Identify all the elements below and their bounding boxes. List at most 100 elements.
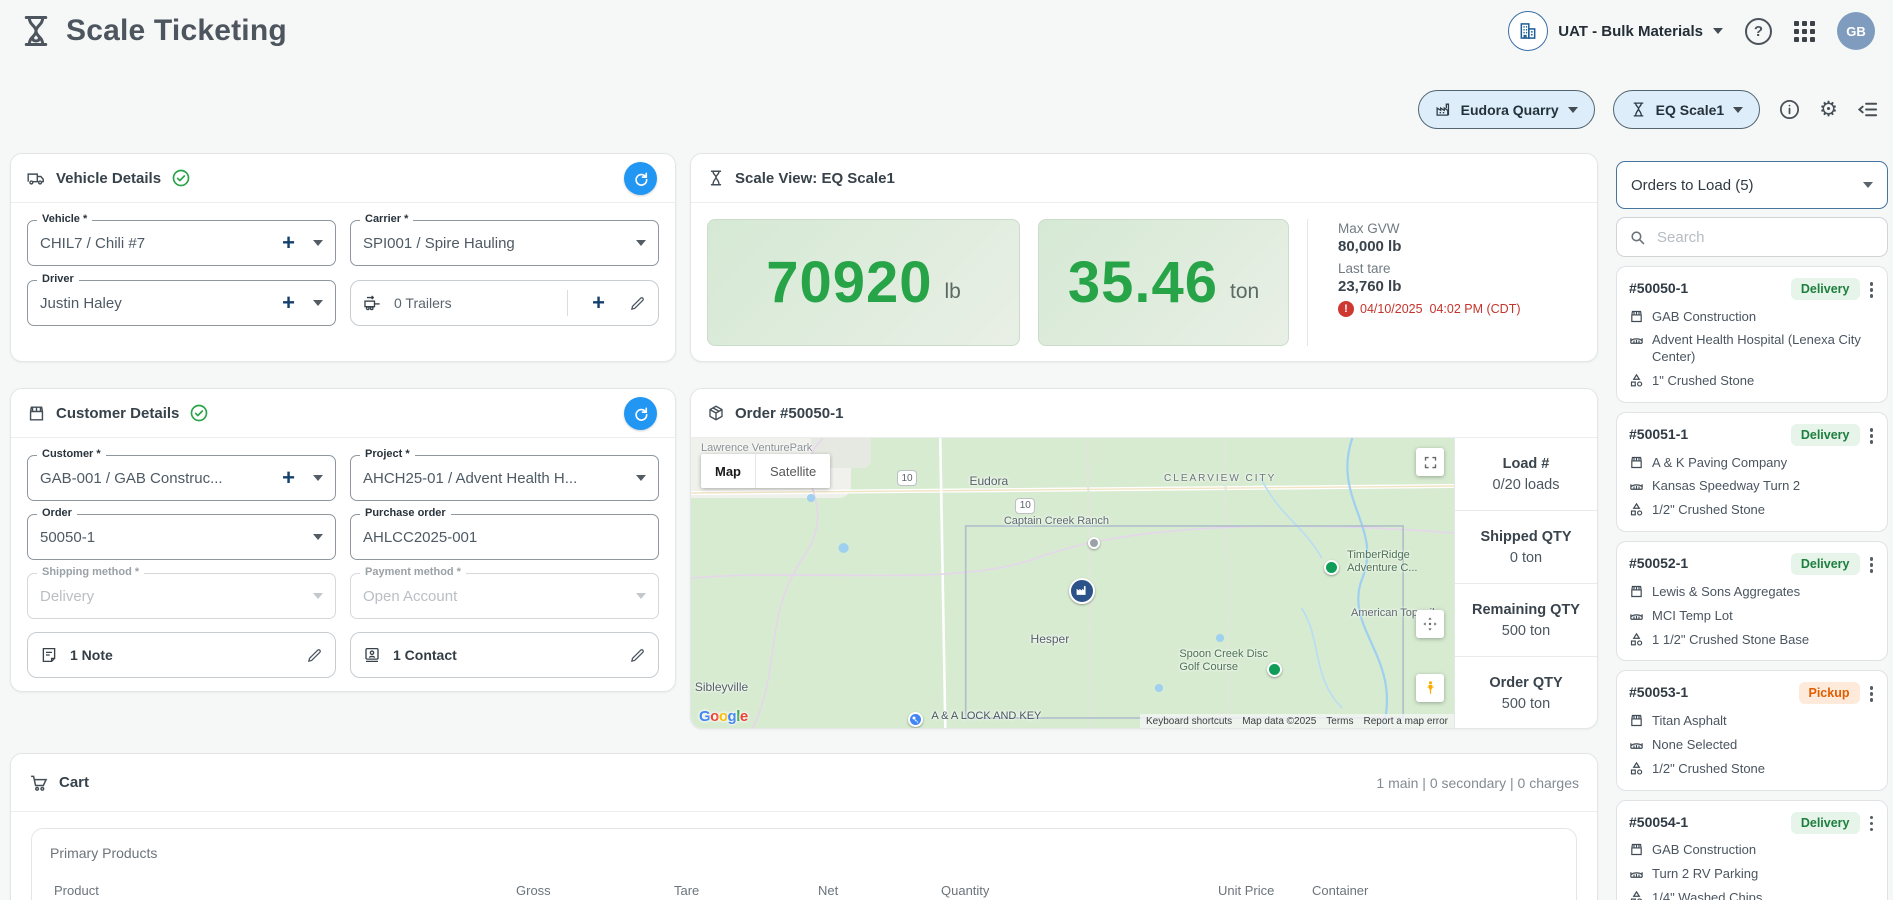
contacts-box[interactable]: 1 Contact	[350, 632, 659, 678]
bridge-icon	[1629, 866, 1644, 881]
map-label-timberridge: TimberRidge Adventure C...	[1347, 549, 1433, 577]
orders-search[interactable]	[1616, 217, 1888, 257]
order-field[interactable]: Order 50050-1	[27, 514, 336, 560]
project-field[interactable]: Project * AHCH25-01 / Advent Health H...	[350, 455, 659, 501]
material-category-icon	[1629, 761, 1644, 776]
kebab-menu-icon[interactable]	[1868, 812, 1876, 836]
site-name: Eudora Quarry	[1461, 102, 1559, 118]
order-customer: Titan Asphalt	[1652, 713, 1875, 730]
user-avatar[interactable]: GB	[1837, 12, 1875, 50]
kebab-menu-icon[interactable]	[1868, 278, 1876, 302]
kebab-menu-icon[interactable]	[1868, 424, 1876, 448]
edit-contacts-icon[interactable]	[629, 647, 646, 664]
orders-filter-select[interactable]: Orders to Load (5)	[1616, 161, 1888, 209]
col-container: Container	[1312, 883, 1558, 898]
factory-icon	[1075, 584, 1088, 597]
factory-icon	[1435, 101, 1452, 118]
pan-control-icon[interactable]	[1416, 610, 1444, 638]
route-shield: 10	[1015, 498, 1035, 514]
col-tare: Tare	[674, 883, 818, 898]
driver-field[interactable]: Driver Justin Haley +	[27, 280, 336, 326]
field-label: Carrier *	[360, 213, 413, 225]
search-input[interactable]	[1655, 228, 1875, 247]
field-label: Customer *	[37, 448, 106, 460]
scale-ticketing-logo-icon	[18, 13, 54, 49]
chevron-down-icon	[313, 593, 323, 599]
refresh-vehicle-button[interactable]	[624, 162, 657, 195]
add-customer-button[interactable]: +	[270, 467, 307, 489]
chevron-down-icon	[636, 593, 646, 599]
col-gross: Gross	[516, 883, 674, 898]
order-list-item[interactable]: #50050-1 Delivery GAB Construction Adven…	[1616, 266, 1888, 403]
note-icon	[40, 646, 58, 664]
field-value: Delivery	[40, 588, 307, 605]
order-list-item[interactable]: #50054-1 Delivery GAB Construction Turn …	[1616, 800, 1888, 900]
expand-panel-icon[interactable]	[1856, 98, 1879, 121]
order-project: Advent Health Hospital (Lenexa City Cent…	[1652, 332, 1875, 366]
poi-marker[interactable]	[1088, 537, 1100, 549]
material-category-icon	[1629, 502, 1644, 517]
edit-notes-icon[interactable]	[306, 647, 323, 664]
add-driver-button[interactable]: +	[270, 292, 307, 314]
tenant-switcher[interactable]: UAT - Bulk Materials	[1508, 11, 1723, 51]
add-trailer-button[interactable]: +	[580, 292, 617, 314]
keyboard-shortcuts-link[interactable]: Keyboard shortcuts	[1146, 716, 1232, 727]
chevron-down-icon	[313, 300, 323, 306]
order-list-item[interactable]: #50053-1 Pickup Titan Asphalt None Selec…	[1616, 670, 1888, 790]
orders-sidebar: Orders to Load (5) #50050-1 Delivery GAB…	[1616, 161, 1888, 900]
info-icon[interactable]	[1778, 98, 1801, 121]
report-map-error-link[interactable]: Report a map error	[1364, 716, 1448, 727]
tenant-name: UAT - Bulk Materials	[1558, 23, 1703, 40]
order-map[interactable]: Lawrence VenturePark Map Satellite 10 10…	[691, 438, 1454, 729]
kebab-menu-icon[interactable]	[1868, 553, 1876, 577]
order-id: #50052-1	[1629, 553, 1783, 571]
payment-method-field: Payment method * Open Account	[350, 573, 659, 619]
app-launcher-icon[interactable]	[1794, 21, 1815, 42]
add-vehicle-button[interactable]: +	[270, 232, 307, 254]
notes-box[interactable]: 1 Note	[27, 632, 336, 678]
satellite-button[interactable]: Satellite	[755, 454, 830, 488]
order-stats-panel: Load # 0/20 loads Shipped QTY 0 ton Rema…	[1454, 438, 1597, 729]
vehicle-field[interactable]: Vehicle * CHIL7 / Chili #7 +	[27, 220, 336, 266]
order-list-item[interactable]: #50052-1 Delivery Lewis & Sons Aggregate…	[1616, 541, 1888, 661]
weight-lb-unit: lb	[945, 280, 961, 304]
material-category-icon	[1629, 373, 1644, 388]
carrier-field[interactable]: Carrier * SPI001 / Spire Hauling	[350, 220, 659, 266]
orders-filter-value: Orders to Load (5)	[1631, 177, 1863, 194]
pegman-icon[interactable]	[1416, 674, 1444, 702]
map-type-toggle: Map Satellite	[701, 454, 830, 488]
lock-key-marker[interactable]	[908, 712, 923, 727]
col-unit-price: Unit Price	[1218, 883, 1312, 898]
edit-trailers-icon[interactable]	[629, 295, 646, 312]
site-selector[interactable]: Eudora Quarry	[1418, 90, 1595, 129]
help-icon[interactable]: ?	[1745, 18, 1772, 45]
fullscreen-icon[interactable]	[1416, 448, 1444, 476]
scale-selector[interactable]: EQ Scale1	[1613, 90, 1761, 129]
customer-field[interactable]: Customer * GAB-001 / GAB Construc... +	[27, 455, 336, 501]
terms-link[interactable]: Terms	[1326, 716, 1353, 727]
chevron-down-icon	[636, 475, 646, 481]
remaining-qty-stat: Remaining QTY 500 ton	[1455, 584, 1597, 657]
scale-ticketing-app: Scale Ticketing UAT - Bulk Materials ? G…	[0, 0, 1893, 900]
truck-icon	[27, 169, 46, 188]
map-label-sibleyville: Sibleyville	[695, 680, 748, 694]
trailers-box[interactable]: 0 Trailers +	[350, 280, 659, 326]
storefront-icon	[1629, 713, 1644, 728]
weight-display-lb: 70920 lb	[707, 219, 1020, 346]
bridge-icon	[1629, 737, 1644, 752]
app-header: Scale Ticketing UAT - Bulk Materials ? G…	[0, 0, 1893, 62]
weight-display-ton: 35.46 ton	[1038, 219, 1289, 346]
refresh-customer-button[interactable]	[624, 397, 657, 430]
cart-icon	[29, 773, 49, 793]
settings-gear-icon[interactable]: ⚙	[1819, 99, 1838, 120]
order-id: #50054-1	[1629, 812, 1783, 830]
map-button[interactable]: Map	[701, 454, 755, 488]
purchase-order-field[interactable]: Purchase order AHLCC2025-001	[350, 514, 659, 560]
quarry-site-marker[interactable]	[1069, 578, 1095, 604]
order-customer: GAB Construction	[1652, 309, 1875, 326]
order-list-item[interactable]: #50051-1 Delivery A & K Paving Company K…	[1616, 412, 1888, 532]
order-id: #50051-1	[1629, 424, 1783, 442]
scale-view-card: Scale View: EQ Scale1 70920 lb 35.46 ton…	[690, 153, 1598, 362]
chevron-down-icon	[313, 240, 323, 246]
kebab-menu-icon[interactable]	[1868, 682, 1876, 706]
